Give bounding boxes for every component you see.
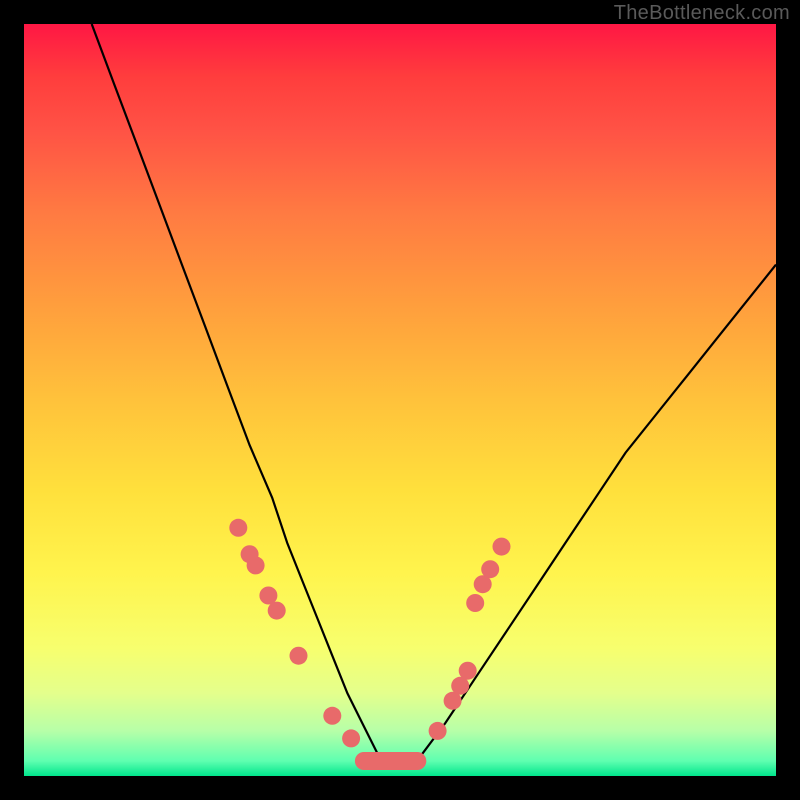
data-point — [429, 722, 447, 740]
data-point — [247, 556, 265, 574]
data-point — [290, 647, 308, 665]
data-point — [342, 729, 360, 747]
data-point — [493, 538, 511, 556]
bottom-bar — [355, 752, 426, 770]
data-point — [323, 707, 341, 725]
data-point — [259, 587, 277, 605]
data-point — [268, 602, 286, 620]
data-point — [459, 662, 477, 680]
data-point — [481, 560, 499, 578]
plot-area — [24, 24, 776, 776]
curve-line — [92, 24, 776, 769]
watermark-text: TheBottleneck.com — [614, 2, 790, 25]
data-point — [466, 594, 484, 612]
chart-svg — [24, 24, 776, 776]
data-point — [229, 519, 247, 537]
